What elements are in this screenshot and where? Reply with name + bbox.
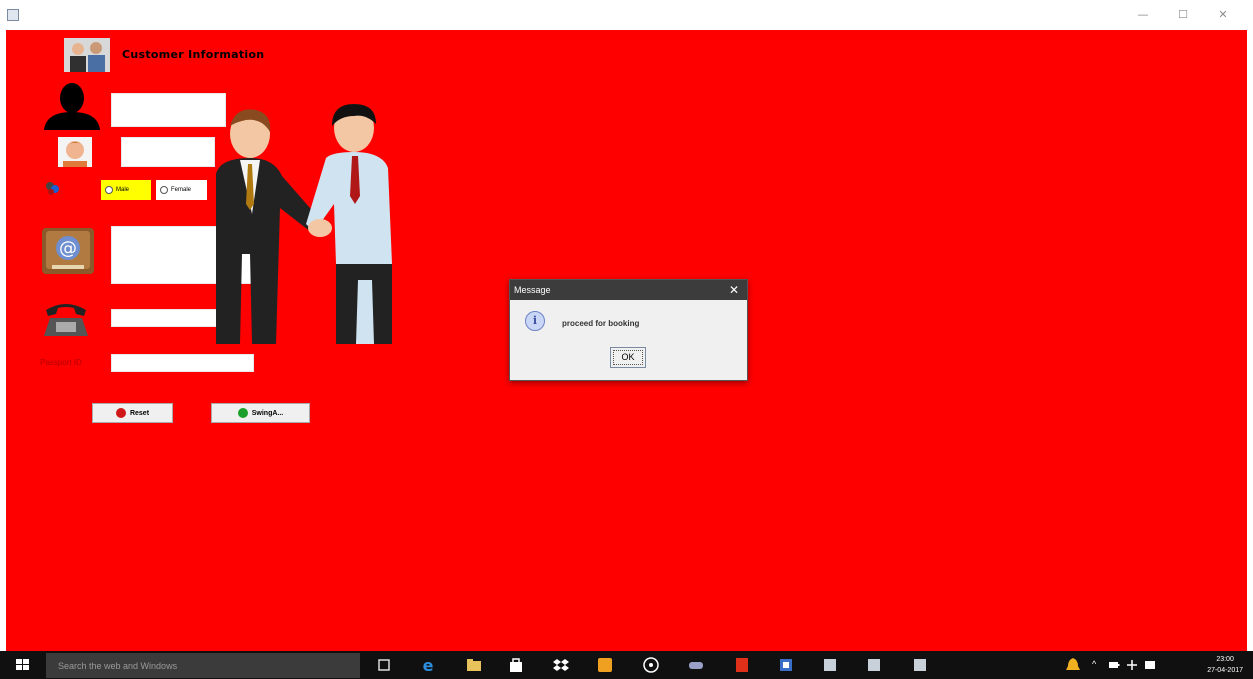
media-player-icon[interactable] [643,657,659,673]
message-dialog: Message ✕ i proceed for booking OK [509,279,748,381]
app-orange-icon[interactable] [597,657,613,673]
java-app-icon [7,9,19,21]
dropbox-icon[interactable] [553,657,569,673]
notification-bell-icon[interactable] [1064,656,1082,674]
dialog-title-bar: Message ✕ [510,280,747,300]
svg-text:@: @ [59,238,77,259]
telephone-icon [44,304,88,336]
gender-icon [46,182,59,195]
java-app-taskbar-icon-1[interactable] [822,657,838,673]
file-explorer-icon[interactable] [466,657,482,673]
network-icon[interactable] [1126,659,1138,671]
java-app-taskbar-icon-2[interactable] [866,657,882,673]
dialog-title: Message [514,285,551,295]
customers-icon [64,38,110,72]
ok-button[interactable]: OK [610,347,646,368]
swing-button[interactable]: SwingA... [211,403,310,423]
task-view-icon[interactable] [376,657,392,673]
person-face-icon [58,137,92,167]
info-icon: i [525,311,545,331]
java-app-taskbar-icon-3[interactable] [912,657,928,673]
battery-icon[interactable] [1108,659,1120,671]
dialog-message: proceed for booking [562,319,640,328]
taskbar-search-input[interactable]: Search the web and Windows [46,653,360,678]
clock-time: 23:00 [1216,656,1234,663]
reset-icon [115,408,126,418]
taskbar: Search the web and Windows e ^ 23:00 27-… [0,651,1253,679]
female-radio-dot[interactable] [160,186,168,194]
reset-button-label: Reset [129,409,150,417]
close-window-button[interactable]: ✕ [1208,6,1238,24]
maximize-button[interactable]: ☐ [1168,6,1198,24]
clock-date: 27-04-2017 [1207,667,1243,674]
email-icon: @ [42,228,94,274]
male-radio[interactable]: Male [101,180,151,200]
male-radio-dot[interactable] [105,186,113,194]
swing-button-label: SwingA... [251,409,284,417]
reset-button[interactable]: Reset [92,403,173,423]
store-icon[interactable] [508,657,524,673]
swing-icon [237,408,248,418]
window-title-bar: — ☐ ✕ [0,0,1253,30]
taskbar-clock[interactable]: 23:00 27-04-2017 [1207,654,1243,676]
passport-label: Passport ID [40,358,82,367]
windows-start-icon[interactable] [0,651,46,679]
female-radio-label: Female [171,187,192,193]
volume-icon[interactable] [1144,659,1156,671]
chevron-up-icon[interactable]: ^ [1092,659,1104,671]
passport-field[interactable] [111,354,254,372]
app-red-icon[interactable] [734,657,750,673]
user-silhouette-icon [44,83,100,130]
dialog-close-button[interactable]: ✕ [729,283,739,297]
male-radio-label: Male [116,187,130,193]
minimize-button[interactable]: — [1128,6,1158,24]
window-frame-right [1247,30,1253,651]
edge-browser-icon[interactable]: e [420,657,436,673]
app-pill-icon[interactable] [688,657,704,673]
svg-text:e: e [423,657,434,673]
form-title: Customer Information [122,48,265,61]
handshake-illustration [216,104,392,344]
app-blue-icon[interactable] [778,657,794,673]
